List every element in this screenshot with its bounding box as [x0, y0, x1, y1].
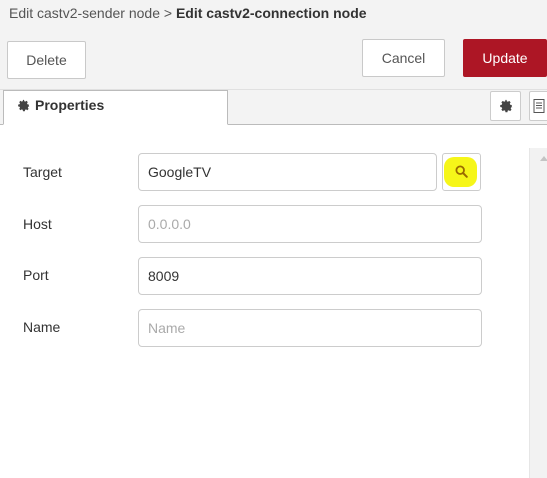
target-field[interactable]: GoogleTV: [138, 153, 437, 191]
breadcrumb-current: Edit castv2-connection node: [175, 5, 367, 21]
breadcrumb-separator: >: [163, 5, 173, 21]
settings-tab-button[interactable]: [490, 91, 521, 121]
tabs-bar: Properties: [0, 90, 547, 125]
scrollbar[interactable]: [529, 148, 547, 478]
cancel-button[interactable]: Cancel: [362, 39, 445, 77]
host-field[interactable]: 0.0.0.0: [138, 205, 482, 243]
dialog-toolbar: Delete Cancel Update: [0, 28, 547, 90]
delete-button[interactable]: Delete: [7, 41, 86, 79]
name-field[interactable]: Name: [138, 309, 482, 347]
port-field[interactable]: 8009: [138, 257, 482, 295]
tab-properties[interactable]: Properties: [3, 90, 228, 125]
target-label: Target: [23, 164, 62, 180]
port-label: Port: [23, 267, 49, 283]
scroll-up-arrow-icon[interactable]: [540, 156, 547, 161]
breadcrumb: Edit castv2-sender node > Edit castv2-co…: [0, 0, 547, 28]
description-tab-button[interactable]: [529, 91, 547, 121]
gear-icon: [17, 99, 30, 112]
update-button[interactable]: Update: [463, 39, 547, 77]
search-icon: [455, 165, 468, 183]
name-label: Name: [23, 319, 61, 335]
edit-node-dialog: Edit castv2-sender node > Edit castv2-co…: [0, 0, 547, 478]
tab-properties-label: Properties: [35, 97, 105, 113]
breadcrumb-parent-link[interactable]: Edit castv2-sender node: [9, 5, 160, 21]
host-label: Host: [23, 216, 52, 232]
